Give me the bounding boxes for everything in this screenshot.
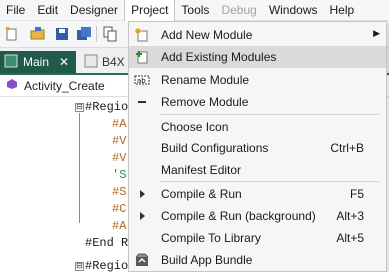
code-line: #S <box>112 185 127 199</box>
menu-help[interactable]: Help <box>324 0 361 21</box>
menu-item-label: Choose Icon <box>161 120 229 134</box>
menu-item-shortcut: F5 <box>349 187 364 201</box>
menu-edit[interactable]: Edit <box>31 0 64 21</box>
existing-module-icon <box>134 49 150 65</box>
menu-item-compile-run-background[interactable]: Compile & Run (background) Alt+3 <box>129 205 386 227</box>
toolbar-separator <box>96 26 97 42</box>
menu-item-build-configurations[interactable]: Build Configurations Ctrl+B <box>129 137 386 159</box>
menu-separator <box>159 181 379 182</box>
svg-text:ab: ab <box>137 77 146 85</box>
save-all-icon[interactable] <box>76 26 92 42</box>
save-icon[interactable] <box>54 26 70 42</box>
sub-label: Activity_Create <box>24 78 105 93</box>
tab-main-label: Main <box>23 55 50 69</box>
fold-toggle[interactable]: ⊟ <box>75 103 84 112</box>
open-folder-icon[interactable] <box>30 26 46 42</box>
menu-item-shortcut: Ctrl+B <box>330 141 364 155</box>
play-icon <box>134 208 150 224</box>
menu-project[interactable]: Project <box>124 0 176 21</box>
menu-windows[interactable]: Windows <box>263 0 324 21</box>
new-file-icon[interactable] <box>4 26 20 42</box>
submenu-arrow-icon: ▶ <box>373 28 380 38</box>
menu-item-label: Add Existing Modules <box>161 50 277 64</box>
menu-separator <box>159 114 379 115</box>
line-gutter <box>0 97 75 272</box>
menu-item-manifest-editor[interactable]: Manifest Editor <box>129 159 386 181</box>
menu-item-label: Build Configurations <box>161 141 269 155</box>
remove-icon <box>134 94 150 110</box>
menu-designer[interactable]: Designer <box>64 0 124 21</box>
menu-item-label: Remove Module <box>161 95 249 109</box>
code-line: 'S <box>112 168 127 182</box>
code-line: #End R <box>85 236 129 250</box>
menu-debug: Debug <box>221 2 257 17</box>
menu-item-label: Manifest Editor <box>161 163 242 177</box>
copy-icon[interactable] <box>102 26 118 42</box>
code-line: #Regio <box>85 100 129 114</box>
menu-item-label: Compile To Library <box>161 231 261 245</box>
code-line: #A <box>112 219 127 233</box>
project-menu: Add New Module ▶ Add Existing Modules ab… <box>128 21 387 272</box>
menu-item-rename-module[interactable]: ab Rename Module <box>129 69 386 91</box>
code-line: #V <box>112 134 127 148</box>
menu-item-remove-module[interactable]: Remove Module <box>129 91 386 113</box>
code-line: #A <box>112 117 127 131</box>
module-icon <box>4 54 18 71</box>
new-module-icon <box>134 27 150 43</box>
menu-item-label: Compile & Run (background) <box>161 209 316 223</box>
module-icon <box>84 54 98 71</box>
menu-item-label: Rename Module <box>161 73 250 87</box>
menu-item-label: Add New Module <box>161 28 253 42</box>
fold-toggle[interactable]: ⊟ <box>75 262 84 271</box>
tab-main[interactable]: Main ✕ <box>0 51 76 73</box>
code-line: #V <box>112 151 127 165</box>
menu-tools[interactable]: Tools <box>175 0 215 21</box>
fold-guide <box>79 113 80 223</box>
menu-item-compile-run[interactable]: Compile & Run F5 <box>129 183 386 205</box>
app-bundle-icon <box>134 252 150 268</box>
menu-item-label: Compile & Run <box>161 187 242 201</box>
sub-icon <box>6 78 18 93</box>
menu-item-label: Build App Bundle <box>161 253 253 267</box>
rename-icon: ab <box>134 72 150 88</box>
play-icon <box>134 186 150 202</box>
menu-bar: File Edit Designer Project Tools Debug W… <box>0 0 389 21</box>
menu-item-shortcut: Alt+3 <box>336 209 364 223</box>
code-line: #C <box>112 202 127 216</box>
menu-file[interactable]: File <box>0 0 31 21</box>
menu-item-add-existing-modules[interactable]: Add Existing Modules <box>129 46 386 68</box>
code-line: #Regio <box>85 259 129 272</box>
tab-b4x-label: B4X <box>102 55 125 69</box>
menu-item-compile-to-library[interactable]: Compile To Library Alt+5 <box>129 227 386 249</box>
close-icon[interactable]: ✕ <box>59 55 69 69</box>
menu-item-add-new-module[interactable]: Add New Module ▶ <box>129 24 386 46</box>
menu-item-shortcut: Alt+5 <box>336 231 364 245</box>
menu-item-choose-icon[interactable]: Choose Icon <box>129 116 386 138</box>
menu-item-build-app-bundle[interactable]: Build App Bundle <box>129 249 386 271</box>
